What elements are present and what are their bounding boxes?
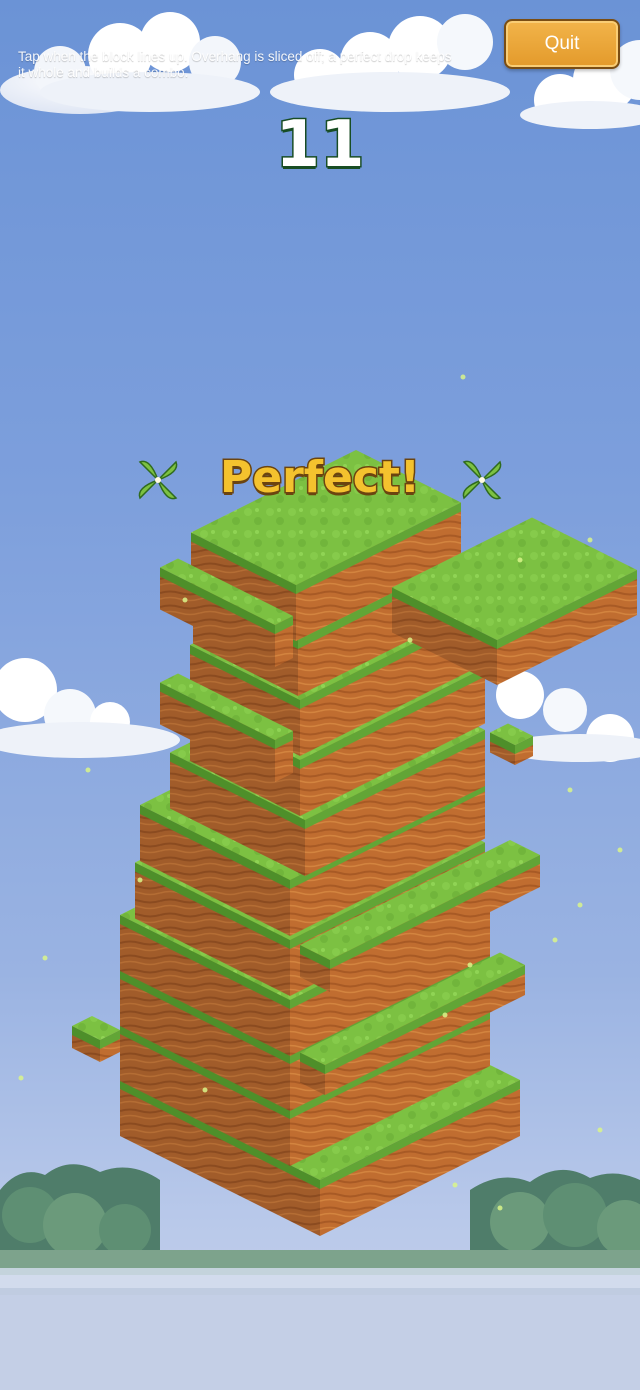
- firefly-1: [460, 374, 466, 380]
- firefly-9: [42, 955, 48, 961]
- firefly-7: [552, 937, 558, 943]
- falling-chunk-left: [72, 1016, 120, 1062]
- firefly-15: [497, 1205, 503, 1211]
- firefly-19: [85, 767, 91, 773]
- cloud-mid-left: [0, 658, 180, 758]
- score-counter: 11: [274, 107, 366, 184]
- firefly-11: [442, 1012, 448, 1018]
- firefly-18: [407, 637, 413, 643]
- falling-chunk-right: [490, 723, 533, 765]
- perfect-feedback: Perfect!: [219, 451, 422, 505]
- firefly-8: [18, 1075, 24, 1081]
- firefly-4: [567, 787, 573, 793]
- firefly-6: [577, 902, 583, 908]
- firefly-12: [452, 1182, 458, 1188]
- firefly-10: [202, 1087, 208, 1093]
- instructions-text: Tap when the block lines up. Overhang is…: [18, 49, 452, 80]
- game-scene[interactable]: [0, 0, 640, 1390]
- firefly-3: [587, 537, 593, 543]
- firefly-5: [617, 847, 623, 853]
- firefly-2: [517, 557, 523, 563]
- firefly-16: [137, 877, 143, 883]
- firefly-14: [467, 962, 473, 968]
- firefly-13: [182, 597, 188, 603]
- firefly-17: [597, 1127, 603, 1133]
- quit-button[interactable]: Quit: [504, 19, 620, 69]
